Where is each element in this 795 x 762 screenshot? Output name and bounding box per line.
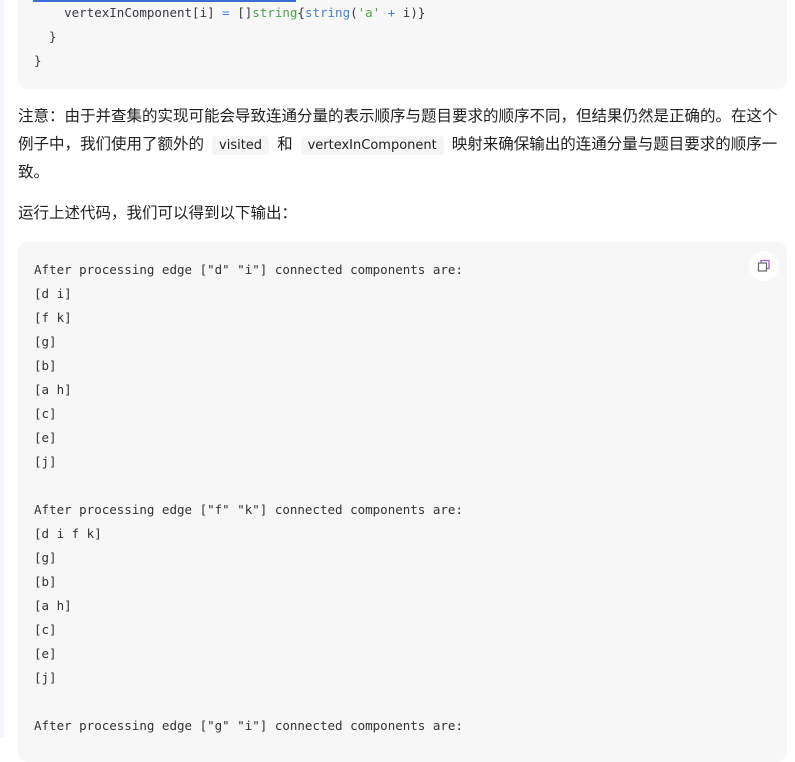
copy-icon bbox=[757, 259, 770, 272]
code-block: vertexInComponent[i] = []string{string('… bbox=[18, 0, 787, 89]
output-code-block: After processing edge ["d" "i"] connecte… bbox=[18, 242, 787, 762]
left-edge bbox=[0, 0, 4, 737]
code-line: } bbox=[34, 29, 57, 44]
code-line: vertexInComponent[i] = []string{string('… bbox=[64, 5, 426, 20]
intro-paragraph: 运行上述代码，我们可以得到以下输出： bbox=[18, 204, 298, 222]
copy-button[interactable] bbox=[749, 251, 779, 281]
code-line: } bbox=[34, 53, 42, 68]
code-content: vertexInComponent[i] = []string{string('… bbox=[34, 1, 425, 73]
inline-code-vertexInComponent: vertexInComponent bbox=[300, 135, 444, 155]
horizontal-scrollbar[interactable] bbox=[33, 0, 296, 2]
note-paragraph: 注意：由于并查集的实现可能会导致连通分量的表示顺序与题目要求的顺序不同，但结果仍… bbox=[18, 107, 778, 181]
output-content: After processing edge ["d" "i"] connecte… bbox=[34, 262, 463, 733]
inline-code-visited: visited bbox=[212, 135, 270, 155]
